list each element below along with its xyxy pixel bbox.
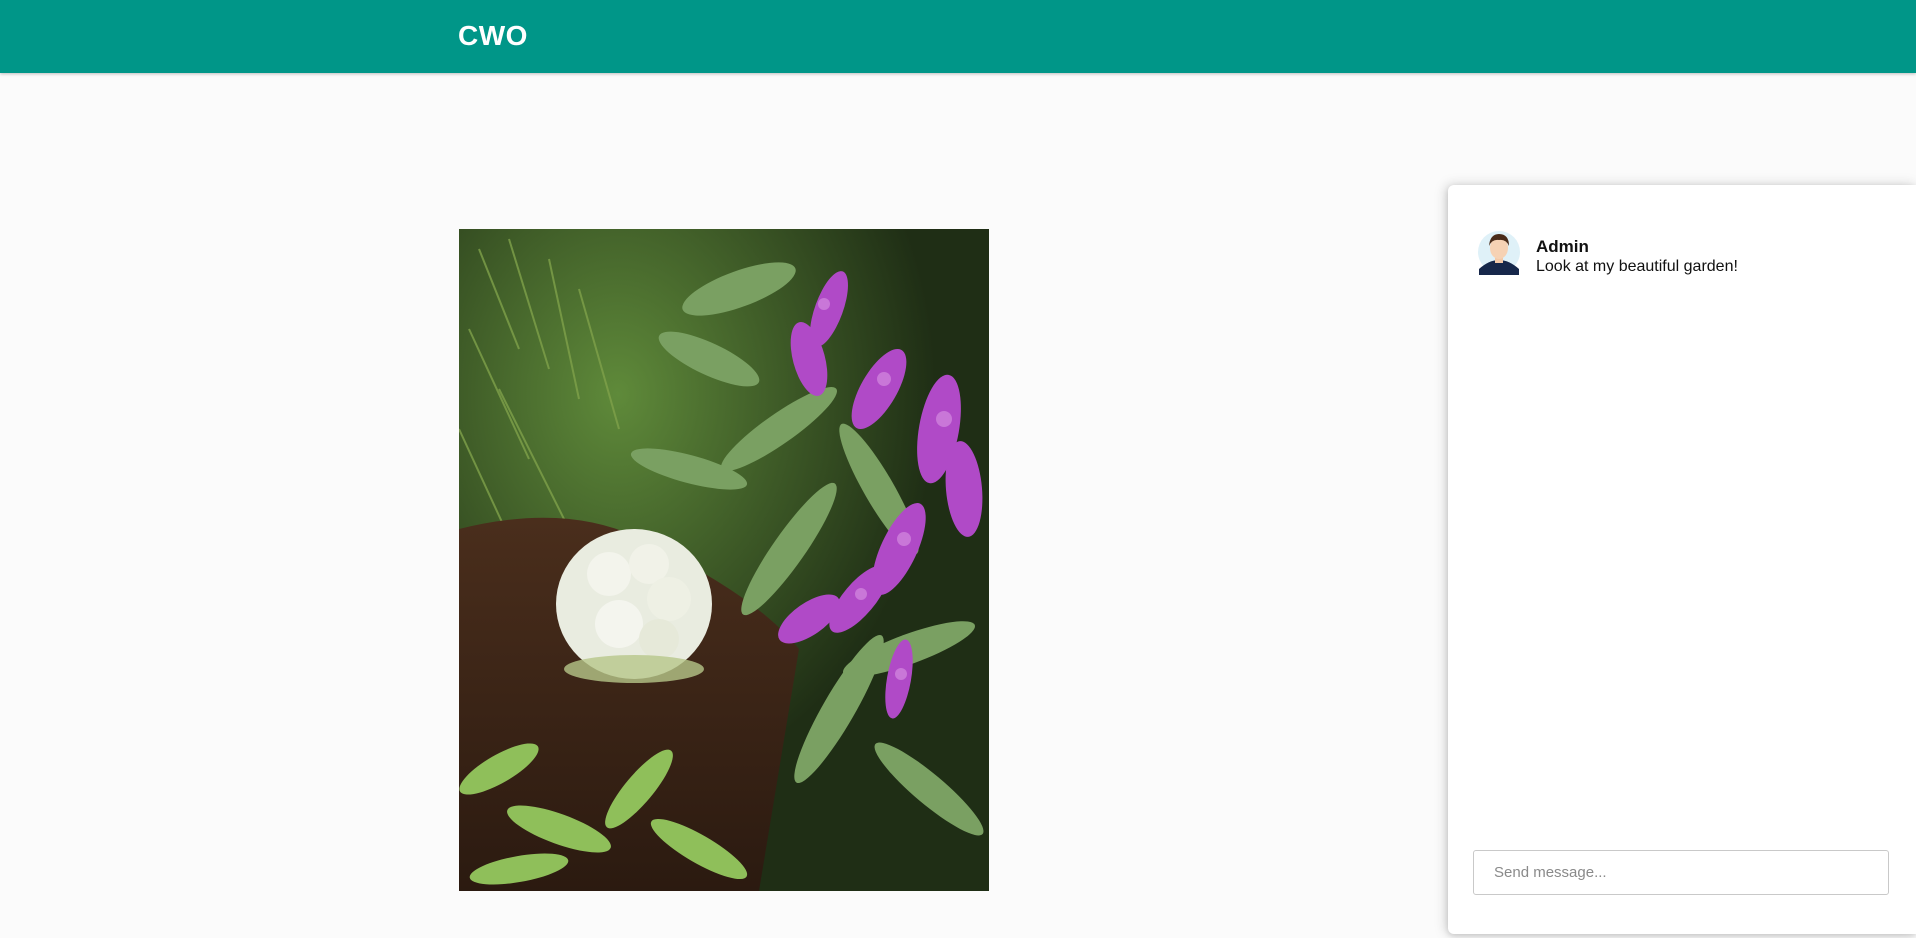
- user-avatar-icon: [1478, 229, 1520, 275]
- brand-title[interactable]: CWO: [458, 19, 528, 53]
- chat-panel: Admin Look at my beautiful garden!: [1448, 185, 1916, 934]
- top-app-bar: CWO: [0, 0, 1916, 73]
- send-message-input[interactable]: [1473, 850, 1889, 895]
- garden-photo: [459, 229, 989, 891]
- message-text: Look at my beautiful garden!: [1536, 258, 1738, 275]
- chat-message: Admin Look at my beautiful garden!: [1478, 229, 1898, 279]
- message-author: Admin: [1536, 237, 1589, 256]
